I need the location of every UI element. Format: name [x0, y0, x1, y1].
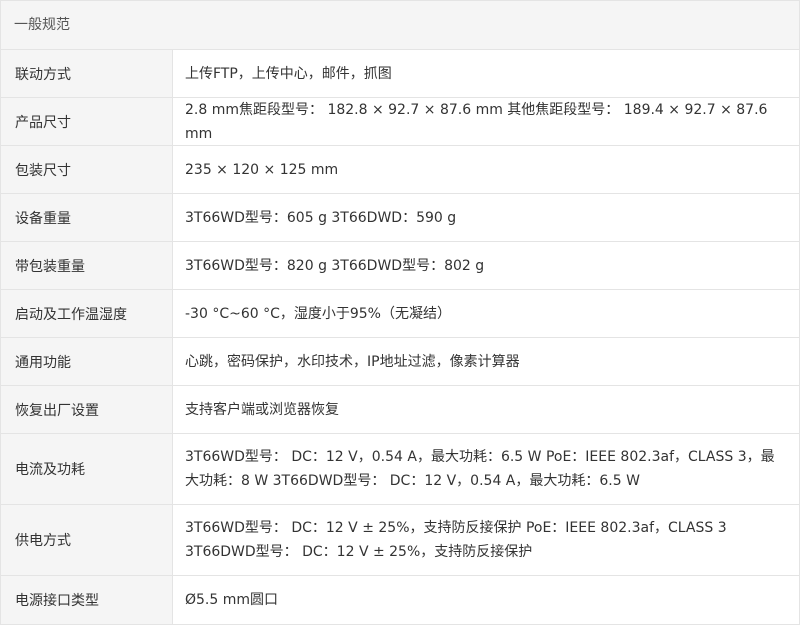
spec-row-power-consumption: 电流及功耗 3T66WD型号： DC：12 V，0.54 A，最大功耗：6.5 …: [1, 434, 799, 505]
spec-label: 产品尺寸: [1, 98, 173, 145]
spec-row-factory-reset: 恢复出厂设置 支持客户端或浏览器恢复: [1, 386, 799, 434]
spec-label: 恢复出厂设置: [1, 386, 173, 433]
spec-value: 3T66WD型号：820 g 3T66DWD型号：802 g: [185, 257, 485, 274]
spec-label: 电流及功耗: [1, 434, 173, 504]
spec-label: 设备重量: [1, 194, 173, 241]
section-header: 一般规范: [1, 1, 799, 50]
spec-row-power-supply: 供电方式 3T66WD型号： DC：12 V ± 25%，支持防反接保护 PoE…: [1, 505, 799, 576]
spec-label: 通用功能: [1, 338, 173, 385]
spec-value: Ø5.5 mm圆口: [185, 592, 279, 608]
spec-label: 带包装重量: [1, 242, 173, 289]
spec-row-device-weight: 设备重量 3T66WD型号：605 g 3T66DWD：590 g: [1, 194, 799, 242]
spec-value: 支持客户端或浏览器恢复: [185, 401, 339, 418]
spec-value: 235 × 120 × 125 mm: [185, 161, 339, 178]
spec-row-general-functions: 通用功能 心跳，密码保护，水印技术，IP地址过滤，像素计算器: [1, 338, 799, 386]
spec-value: 3T66WD型号： DC：12 V，0.54 A，最大功耗：6.5 W PoE：…: [185, 449, 775, 489]
spec-value: -30 °C~60 °C，湿度小于95%（无凝结）: [185, 305, 451, 322]
spec-row-package-weight: 带包装重量 3T66WD型号：820 g 3T66DWD型号：802 g: [1, 242, 799, 290]
spec-value: 3T66WD型号：605 g 3T66DWD：590 g: [185, 209, 457, 226]
spec-value: 上传FTP，上传中心，邮件，抓图: [185, 65, 392, 82]
spec-row-temp-humidity: 启动及工作温湿度 -30 °C~60 °C，湿度小于95%（无凝结）: [1, 290, 799, 338]
spec-value: 心跳，密码保护，水印技术，IP地址过滤，像素计算器: [185, 353, 520, 370]
spec-row-product-size: 产品尺寸 2.8 mm焦距段型号： 182.8 × 92.7 × 87.6 mm…: [1, 98, 799, 146]
spec-label: 电源接口类型: [1, 576, 173, 624]
spec-row-package-size: 包装尺寸 235 × 120 × 125 mm: [1, 146, 799, 194]
spec-table: 一般规范 联动方式 上传FTP，上传中心，邮件，抓图 产品尺寸 2.8 mm焦距…: [0, 0, 800, 625]
spec-value: 3T66WD型号： DC：12 V ± 25%，支持防反接保护 PoE：IEEE…: [185, 520, 727, 560]
spec-row-linkage: 联动方式 上传FTP，上传中心，邮件，抓图: [1, 50, 799, 98]
spec-row-power-interface: 电源接口类型 Ø5.5 mm圆口: [1, 576, 799, 624]
spec-value: 2.8 mm焦距段型号： 182.8 × 92.7 × 87.6 mm 其他焦距…: [185, 101, 768, 142]
spec-label: 供电方式: [1, 505, 173, 575]
spec-label: 联动方式: [1, 50, 173, 97]
spec-label: 启动及工作温湿度: [1, 290, 173, 337]
spec-label: 包装尺寸: [1, 146, 173, 193]
